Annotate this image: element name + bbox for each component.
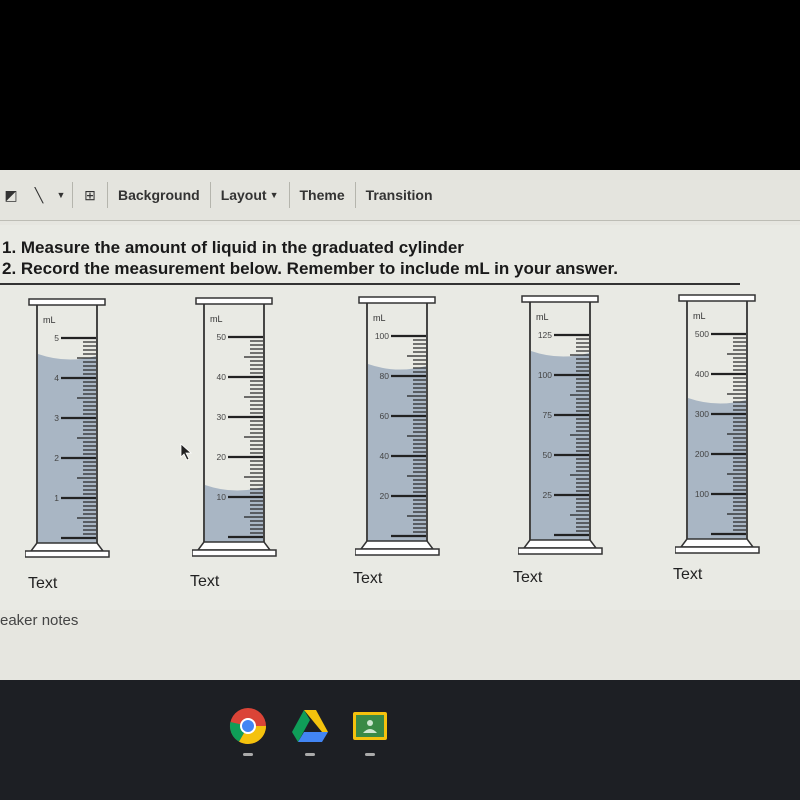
toolbar-divider (72, 182, 73, 208)
cylinder-foot (675, 546, 760, 554)
app-indicator (305, 753, 315, 756)
transition-button[interactable]: Transition (356, 182, 443, 208)
cylinder-base (196, 541, 272, 551)
cylinder-lip (28, 298, 106, 306)
answer-box-2[interactable]: Text (190, 573, 219, 591)
scale-label: 1 (54, 493, 59, 503)
scale-label: 25 (543, 490, 553, 500)
theme-label: Theme (299, 187, 345, 203)
scale-label: 500 (695, 329, 709, 339)
graduated-cylinder-3: mL 100 80 60 40 20 (355, 296, 440, 556)
cylinder-base (29, 542, 105, 552)
chevron-down-icon: ▼ (269, 190, 279, 200)
scale-label: 100 (695, 489, 709, 499)
cylinder-lip (521, 295, 599, 303)
theme-button[interactable]: Theme (290, 182, 355, 208)
cylinder-foot (192, 549, 277, 557)
unit-label: mL (43, 315, 56, 325)
answer-box-3[interactable]: Text (353, 570, 382, 588)
instruction-2: 2. Record the measurement below. Remembe… (2, 259, 618, 278)
graduated-cylinder-5: mL 500 400 300 200 100 (675, 294, 760, 554)
scale-label: 3 (54, 413, 59, 423)
cylinder-lip (195, 297, 273, 305)
scale-label: 5 (54, 333, 59, 343)
graduated-cylinder-2: mL 50 40 30 20 10 (192, 297, 277, 557)
app-indicator (365, 753, 375, 756)
scale-label: 40 (217, 372, 227, 382)
scale-label: 75 (543, 410, 553, 420)
graduated-cylinder-1: mL 5 4 3 2 1 (25, 298, 110, 558)
line-icon[interactable]: ╲ (28, 184, 50, 206)
scale-label: 20 (380, 491, 390, 501)
scale-label: 50 (543, 450, 553, 460)
cylinder-base (359, 540, 435, 550)
scale-label: 20 (217, 452, 227, 462)
shape-icon[interactable]: ◩ (0, 184, 22, 206)
divider-line (0, 283, 740, 285)
chevron-down-icon[interactable]: ▼ (50, 184, 72, 206)
scale-label: 4 (54, 373, 59, 383)
answer-box-1[interactable]: Text (28, 575, 57, 593)
cylinder-foot (518, 547, 603, 555)
layout-label: Layout (220, 187, 267, 203)
chrome-icon[interactable] (228, 706, 268, 746)
toolbar: ◩ ╲ ▼ ⊞ Background Layout ▼ Theme Transit… (0, 170, 800, 221)
instructions: 1. Measure the amount of liquid in the g… (0, 237, 762, 279)
speaker-notes[interactable]: eaker notes (0, 612, 78, 629)
os-shelf (0, 680, 800, 800)
graduated-cylinder-4: mL 125 100 75 50 25 (518, 295, 603, 555)
add-comment-icon[interactable]: ⊞ (79, 184, 101, 206)
cylinder-lip (358, 296, 436, 304)
answer-box-5[interactable]: Text (673, 566, 702, 584)
cylinder-base (679, 538, 755, 548)
scale-label: 300 (695, 409, 709, 419)
slide-canvas[interactable]: 1. Measure the amount of liquid in the g… (0, 225, 800, 610)
background-button[interactable]: Background (108, 182, 210, 208)
background-label: Background (118, 187, 200, 203)
layout-button[interactable]: Layout ▼ (211, 182, 289, 208)
scale-label: 10 (217, 492, 227, 502)
cylinder-foot (25, 550, 110, 558)
scale-label: 80 (380, 371, 390, 381)
unit-label: mL (210, 314, 223, 324)
scale-label: 2 (54, 453, 59, 463)
scale-label: 100 (538, 370, 552, 380)
unit-label: mL (373, 313, 386, 323)
google-drive-icon[interactable] (290, 706, 330, 746)
screen: ◩ ╲ ▼ ⊞ Background Layout ▼ Theme Transit… (0, 170, 800, 680)
scale-label: 400 (695, 369, 709, 379)
mouse-cursor-icon (180, 443, 193, 461)
cylinder-foot (355, 548, 440, 556)
unit-label: mL (536, 312, 549, 322)
scale-label: 100 (375, 331, 389, 341)
unit-label: mL (693, 311, 706, 321)
scale-label: 40 (380, 451, 390, 461)
transition-label: Transition (365, 187, 433, 203)
cylinder-base (522, 539, 598, 549)
scale-label: 60 (380, 411, 390, 421)
answer-box-4[interactable]: Text (513, 569, 542, 587)
scale-label: 30 (217, 412, 227, 422)
scale-label: 50 (217, 332, 227, 342)
app-indicator (243, 753, 253, 756)
instruction-1: 1. Measure the amount of liquid in the g… (2, 238, 464, 257)
google-classroom-icon[interactable] (350, 706, 390, 746)
scale-label: 125 (538, 330, 552, 340)
cylinder-lip (678, 294, 756, 302)
scale-label: 200 (695, 449, 709, 459)
